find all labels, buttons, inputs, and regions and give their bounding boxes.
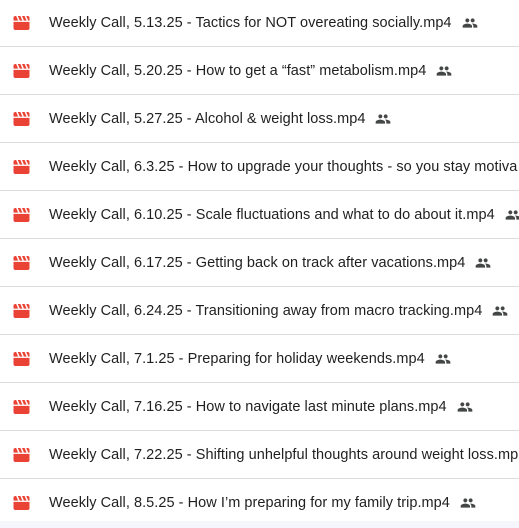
video-file-icon	[13, 496, 30, 510]
file-row[interactable]: Weekly Call, 6.3.25 - How to upgrade you…	[0, 143, 519, 191]
video-file-icon	[13, 351, 30, 366]
file-name: Weekly Call, 6.10.25 - Scale fluctuation…	[49, 206, 495, 223]
shared-people-icon	[476, 257, 491, 268]
file-row[interactable]: Weekly Call, 7.22.25 - Shifting unhelpfu…	[0, 431, 519, 479]
file-name-container: Weekly Call, 8.5.25 - How I’m preparing …	[49, 495, 476, 511]
file-name: Weekly Call, 8.5.25 - How I’m preparing …	[49, 495, 450, 511]
file-row[interactable]: Weekly Call, 5.13.25 - Tactics for NOT o…	[0, 0, 519, 47]
file-name-container: Weekly Call, 7.22.25 - Shifting unhelpfu…	[49, 447, 518, 463]
shared-people-icon	[492, 305, 508, 316]
file-name: Weekly Call, 7.16.25 - How to navigate l…	[49, 398, 447, 415]
file-name: Weekly Call, 5.27.25 - Alcohol & weight …	[49, 110, 366, 127]
file-row[interactable]: Weekly Call, 7.16.25 - How to navigate l…	[0, 383, 519, 431]
file-row[interactable]: Weekly Call, 7.1.25 - Preparing for holi…	[0, 335, 519, 383]
video-file-icon	[13, 399, 30, 414]
file-name-container: Weekly Call, 5.20.25 - How to get a “fas…	[49, 63, 452, 79]
shared-people-icon	[505, 209, 519, 220]
file-name: Weekly Call, 7.1.25 - Preparing for holi…	[49, 350, 425, 367]
file-name: Weekly Call, 7.22.25 - Shifting unhelpfu…	[49, 446, 519, 463]
file-row[interactable]: Weekly Call, 6.24.25 - Transitioning awa…	[0, 287, 519, 335]
video-file-icon	[13, 255, 30, 270]
shared-people-icon	[435, 353, 451, 364]
file-name-container: Weekly Call, 6.24.25 - Transitioning awa…	[49, 303, 508, 319]
file-name-container: Weekly Call, 7.1.25 - Preparing for holi…	[49, 351, 451, 367]
file-name: Weekly Call, 5.20.25 - How to get a “fas…	[49, 62, 427, 79]
file-row[interactable]: Weekly Call, 6.17.25 - Getting back on t…	[0, 239, 519, 287]
file-row[interactable]: Weekly Call, 5.27.25 - Alcohol & weight …	[0, 95, 519, 143]
video-file-icon	[13, 63, 30, 78]
shared-people-icon	[436, 65, 452, 76]
shared-people-icon	[462, 17, 477, 28]
file-name-container: Weekly Call, 5.27.25 - Alcohol & weight …	[49, 111, 391, 127]
file-row[interactable]: Weekly Call, 5.20.25 - How to get a “fas…	[0, 47, 519, 95]
file-name: Weekly Call, 6.3.25 - How to upgrade you…	[49, 158, 518, 175]
file-name-container: Weekly Call, 5.13.25 - Tactics for NOT o…	[49, 15, 478, 31]
video-file-icon	[13, 159, 30, 174]
file-row[interactable]: Weekly Call, 6.10.25 - Scale fluctuation…	[0, 191, 519, 239]
shared-people-icon	[457, 401, 472, 412]
file-name: Weekly Call, 6.24.25 - Transitioning awa…	[49, 302, 483, 319]
file-name: Weekly Call, 5.13.25 - Tactics for NOT o…	[49, 14, 452, 31]
file-name-container: Weekly Call, 6.17.25 - Getting back on t…	[49, 255, 491, 271]
video-file-icon	[13, 111, 30, 126]
file-name-container: Weekly Call, 7.16.25 - How to navigate l…	[49, 399, 473, 415]
file-list: Weekly Call, 5.13.25 - Tactics for NOT o…	[0, 0, 519, 528]
video-file-icon	[13, 207, 30, 222]
shared-people-icon	[376, 113, 391, 124]
video-file-icon	[13, 447, 30, 462]
file-name: Weekly Call, 6.17.25 - Getting back on t…	[49, 254, 466, 271]
file-name-container: Weekly Call, 6.3.25 - How to upgrade you…	[49, 159, 517, 175]
shared-people-icon	[460, 498, 476, 508]
file-row[interactable]: Weekly Call, 8.5.25 - How I’m preparing …	[0, 479, 519, 527]
list-bottom-background	[0, 521, 519, 528]
video-file-icon	[13, 15, 30, 30]
file-name-container: Weekly Call, 6.10.25 - Scale fluctuation…	[49, 207, 519, 223]
video-file-icon	[13, 303, 30, 318]
